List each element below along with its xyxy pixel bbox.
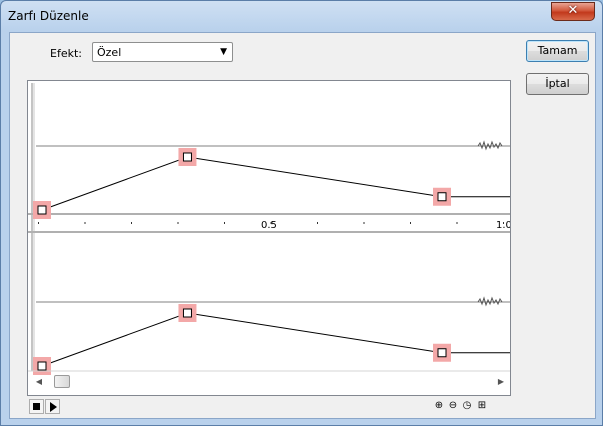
envelope-handle-square (37, 205, 47, 215)
envelope-handle-square (437, 192, 447, 202)
effect-select-value: Özel (97, 46, 122, 59)
scroll-left-icon[interactable]: ◀ (32, 375, 46, 389)
envelope-editor: 0.5 1.0 ◀ ▶ (27, 80, 511, 396)
ruler-tick (317, 222, 318, 224)
horizontal-scroll-thumb[interactable] (54, 375, 70, 388)
ruler-tick (456, 222, 458, 224)
ruler-tick (177, 222, 179, 224)
grid-button[interactable]: ⊞ (475, 399, 489, 414)
ruler-tick (410, 222, 411, 224)
zoom-out-button[interactable]: ⊖ (446, 399, 460, 414)
zoom-in-icon: ⊕ (434, 400, 444, 411)
tick-label-0-5: 0.5 (261, 220, 277, 231)
zoom-out-icon: ⊖ (448, 400, 458, 411)
close-button[interactable]: ✕ (551, 2, 595, 21)
scroll-right-icon[interactable]: ▶ (494, 375, 508, 389)
ok-button[interactable]: Tamam (526, 40, 589, 62)
clock-icon: ◷ (462, 400, 472, 411)
envelope-handle-square (182, 152, 192, 162)
title-bar[interactable]: Zarfı Düzenle ✕ (1, 1, 602, 31)
window-title: Zarfı Düzenle (8, 9, 89, 23)
close-icon: ✕ (567, 3, 579, 18)
ruler-tick (38, 222, 39, 224)
stop-icon (33, 403, 40, 410)
dialog-body: Efekt: Özel ▼ Tamam İptal 0.5 1.0 ◀ ▶ ⊕ … (9, 32, 596, 419)
ruler-tick (131, 222, 132, 224)
ruler-tick (84, 222, 86, 224)
envelope-handle-square (437, 348, 447, 358)
stop-button[interactable] (29, 399, 44, 414)
time-button[interactable]: ◷ (460, 399, 474, 414)
edit-envelope-dialog: Zarfı Düzenle ✕ Efekt: Özel ▼ Tamam İpta… (0, 0, 603, 426)
envelope-handle-square (182, 308, 192, 318)
envelope-handle-square (37, 361, 47, 371)
zoom-in-button[interactable]: ⊕ (432, 399, 446, 414)
grid-icon: ⊞ (477, 400, 487, 411)
play-icon (50, 402, 57, 412)
chevron-down-icon: ▼ (220, 47, 227, 57)
effect-label: Efekt: (50, 47, 82, 60)
tick-label-1-0: 1.0 (496, 220, 510, 231)
envelope-canvas[interactable]: 0.5 1.0 (28, 81, 510, 395)
effect-select[interactable]: Özel ▼ (92, 42, 233, 62)
play-button[interactable] (45, 399, 60, 414)
ruler-tick (363, 222, 365, 224)
cancel-button[interactable]: İptal (526, 73, 589, 95)
ruler-tick (224, 222, 225, 224)
